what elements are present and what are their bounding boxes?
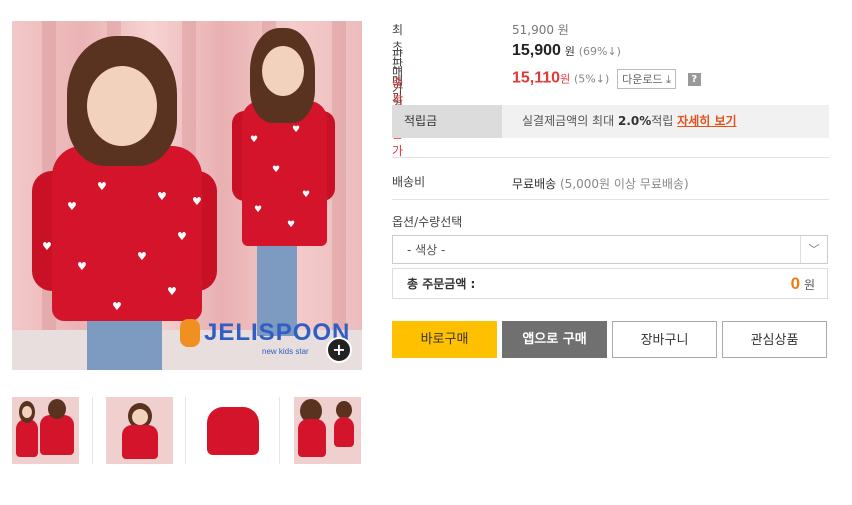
points-detail-link[interactable]: 자세히 보기: [677, 114, 736, 128]
zoom-plus-icon[interactable]: +: [326, 337, 352, 363]
coupon-price-value: 15,110: [512, 69, 561, 87]
thumbnail-1[interactable]: [12, 397, 79, 464]
sale-price-unit: 원: [564, 45, 575, 58]
points-text-prefix: 실결제금액의 최대: [522, 114, 615, 128]
original-price-value: 51,900 원: [512, 23, 569, 37]
download-label: 다운로드: [622, 73, 663, 86]
thumbnail-3[interactable]: [199, 397, 266, 464]
total-label: 총 주문금액 :: [407, 277, 476, 291]
points-label: 적립금: [392, 105, 502, 138]
app-buy-button[interactable]: 앱으로 구매: [502, 321, 607, 358]
sale-discount: (69%↓): [578, 45, 621, 58]
help-icon[interactable]: ?: [687, 72, 701, 86]
shipping-note: (5,000원 이상 무료배송): [560, 177, 689, 191]
coupon-download-button[interactable]: 다운로드 ⤓: [617, 69, 676, 89]
brand-logo: JELISPOON: [180, 319, 350, 347]
wishlist-button[interactable]: 관심상품: [722, 321, 827, 358]
options-label: 옵션/수량선택: [392, 215, 463, 229]
shipping-value: 무료배송: [512, 177, 557, 191]
bear-mascot-icon: [180, 319, 200, 347]
sale-price-value: 15,900: [512, 42, 561, 59]
coupon-price-unit: 원: [560, 72, 571, 86]
points-text: 실결제금액의 최대 2.0%적립 자세히 보기: [522, 105, 737, 138]
shipping-label: 배송비: [392, 175, 426, 189]
total-order-box: 총 주문금액 : 0 원: [392, 268, 828, 299]
thumbnail-4[interactable]: [294, 397, 361, 464]
points-row: 적립금 실결제금액의 최대 2.0%적립 자세히 보기: [392, 105, 829, 138]
color-select[interactable]: - 색상 - ﹀: [392, 235, 828, 264]
main-product-image[interactable]: ♥ ♥ ♥ ♥ ♥ ♥ ♥ ♥ ♥ ♥ ♥ ♥ ♥ ♥ ♥ ♥ JELISPOO…: [12, 21, 362, 370]
points-rate: 2.0%: [617, 114, 652, 128]
chevron-down-icon[interactable]: ﹀: [800, 236, 827, 263]
coupon-discount: (5%↓): [574, 72, 610, 86]
color-select-value: - 색상 -: [407, 243, 446, 257]
add-to-cart-button[interactable]: 장바구니: [612, 321, 717, 358]
thumbnail-2[interactable]: [106, 397, 173, 464]
total-unit: 원: [803, 278, 815, 292]
brand-logo-sub: new kids star: [262, 347, 309, 356]
download-icon: ⤓: [666, 73, 671, 86]
total-amount: 0: [790, 274, 801, 293]
points-text-suffix: 적립: [651, 114, 674, 128]
buy-now-button[interactable]: 바로구매: [392, 321, 497, 358]
